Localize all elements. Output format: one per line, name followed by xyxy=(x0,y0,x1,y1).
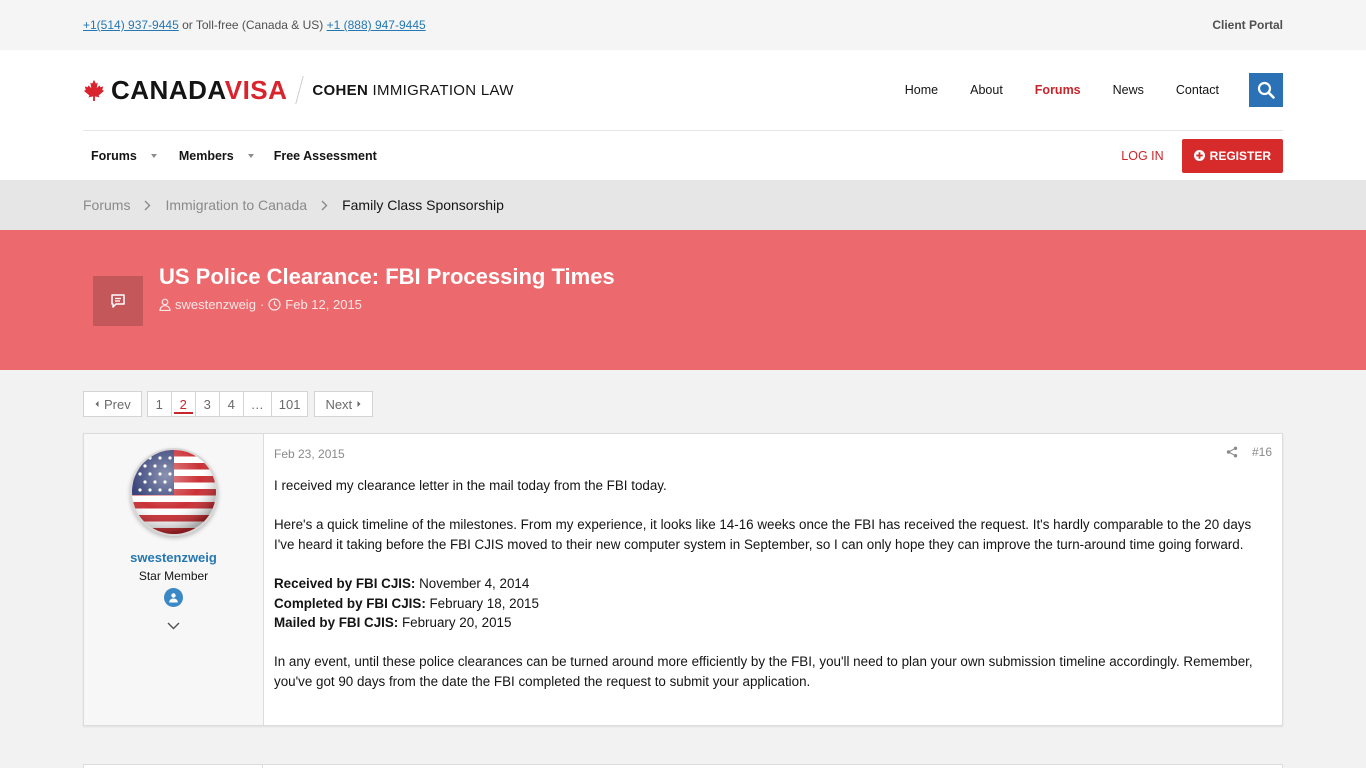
search-button[interactable] xyxy=(1249,73,1283,107)
nav-home[interactable]: Home xyxy=(905,83,938,97)
cohen-rest: IMMIGRATION LAW xyxy=(368,81,514,99)
milestone-list: Received by FBI CJIS: November 4, 2014 C… xyxy=(274,574,1272,633)
post-username-link[interactable]: swestenzweig xyxy=(130,550,217,565)
prev-label: Prev xyxy=(104,396,131,412)
thread-title: US Police Clearance: FBI Processing Time… xyxy=(159,264,615,289)
milestone-value: November 4, 2014 xyxy=(415,575,530,591)
phone-line: +1(514) 937-9445 or Toll-free (Canada & … xyxy=(83,18,426,32)
pagination: Prev 1 2 3 4 … 101 Next xyxy=(83,391,374,417)
chevron-down-icon xyxy=(167,622,180,630)
post-number-link[interactable]: #16 xyxy=(1252,445,1272,459)
login-link[interactable]: LOG IN xyxy=(1121,149,1163,163)
thread-author-link[interactable]: swestenzweig xyxy=(175,297,256,312)
meta-separator: · xyxy=(259,297,265,312)
post-paragraph: I received my clearance letter in the ma… xyxy=(274,478,667,493)
register-button[interactable]: REGISTER xyxy=(1181,138,1283,173)
page-link-current[interactable]: 2 xyxy=(170,391,196,417)
next-page-button[interactable]: Next xyxy=(314,391,374,417)
next-forum-post xyxy=(83,764,1283,768)
nav-about[interactable]: About xyxy=(970,83,1003,97)
page-link[interactable]: 3 xyxy=(194,391,220,417)
chevron-right-icon xyxy=(321,200,328,210)
chevron-down-icon[interactable] xyxy=(150,153,157,158)
sub-nav: Forums Members Free Assessment LOG IN RE… xyxy=(0,130,1366,180)
subnav-forums-label: Forums xyxy=(91,148,137,163)
page-jump-ellipsis[interactable]: … xyxy=(242,391,272,417)
post-date-link[interactable]: Feb 23, 2015 xyxy=(274,447,345,461)
avatar[interactable] xyxy=(129,448,218,536)
thread-type-tile xyxy=(93,276,143,326)
phone-tollfree-link[interactable]: +1 (888) 947-9445 xyxy=(327,18,426,32)
breadcrumb-forums[interactable]: Forums xyxy=(83,197,130,213)
caret-left-icon xyxy=(95,401,99,407)
subnav-free-assessment[interactable]: Free Assessment xyxy=(266,149,385,163)
plus-circle-icon xyxy=(1193,150,1205,161)
breadcrumb-immigration[interactable]: Immigration to Canada xyxy=(165,197,307,213)
user-title: Star Member xyxy=(138,569,209,583)
post-message: I received my clearance letter in the ma… xyxy=(274,476,1272,692)
user-icon xyxy=(159,298,171,311)
expand-user-info-button[interactable] xyxy=(167,617,180,635)
milestone-label: Received by FBI CJIS: xyxy=(274,575,416,591)
us-flag-avatar xyxy=(131,450,216,534)
page-numbers: 1 2 3 4 … 101 xyxy=(146,391,309,417)
post-paragraph: Here's a quick timeline of the milestone… xyxy=(274,517,1252,552)
milestone-label: Mailed by FBI CJIS: xyxy=(274,615,399,631)
search-icon xyxy=(1257,81,1275,99)
post-paragraph: In any event, until these police clearan… xyxy=(274,654,1253,689)
subnav-members-label: Members xyxy=(178,148,234,163)
cohen-wordmark: COHEN IMMIGRATION LAW xyxy=(312,82,513,99)
nav-forums[interactable]: Forums xyxy=(1035,83,1081,97)
site-header: CANADAVISA COHEN IMMIGRATION LAW Home Ab… xyxy=(0,50,1366,130)
thread-header: US Police Clearance: FBI Processing Time… xyxy=(0,230,1366,370)
site-logo[interactable]: CANADAVISA COHEN IMMIGRATION LAW xyxy=(83,75,514,106)
milestone-value: February 20, 2015 xyxy=(398,615,512,631)
register-label: REGISTER xyxy=(1209,148,1271,163)
nav-contact[interactable]: Contact xyxy=(1176,83,1219,97)
canadavisa-wordmark: CANADAVISA xyxy=(111,75,287,106)
share-icon[interactable] xyxy=(1226,446,1238,458)
breadcrumb: Forums Immigration to Canada Family Clas… xyxy=(0,180,1366,230)
phone-separator-text: or Toll-free (Canada & US) xyxy=(178,18,327,32)
post-user-panel: swestenzweig Star Member xyxy=(84,434,264,725)
prev-page-button[interactable]: Prev xyxy=(83,391,142,417)
thread-meta: swestenzweig · Feb 12, 2015 xyxy=(159,297,362,312)
cohen-bold: COHEN xyxy=(312,81,369,99)
thread-date-link[interactable]: Feb 12, 2015 xyxy=(285,297,362,312)
member-badge-icon xyxy=(164,588,183,607)
clock-icon xyxy=(268,298,281,311)
client-portal-link[interactable]: Client Portal xyxy=(1212,18,1283,32)
wordmark-visa: VISA xyxy=(224,74,288,105)
comment-icon xyxy=(111,294,125,308)
breadcrumb-family-class[interactable]: Family Class Sponsorship xyxy=(342,197,504,213)
main-nav: Home About Forums News Contact xyxy=(873,73,1283,107)
milestone-value: February 18, 2015 xyxy=(425,595,539,611)
chevron-down-icon[interactable] xyxy=(247,153,254,158)
subnav-members[interactable]: Members xyxy=(171,149,262,163)
chevron-right-icon xyxy=(144,200,151,210)
milestone-label: Completed by FBI CJIS: xyxy=(274,595,426,611)
maple-leaf-icon xyxy=(83,79,105,101)
wordmark-canada: CANADA xyxy=(111,74,225,105)
post-body: Feb 23, 2015 #16 I received my clearance… xyxy=(264,434,1282,725)
caret-right-icon xyxy=(357,401,361,407)
page-link[interactable]: 1 xyxy=(146,391,172,417)
nav-news[interactable]: News xyxy=(1113,83,1144,97)
forum-post: swestenzweig Star Member Feb 23, 2015 #1… xyxy=(83,433,1283,726)
post-actions: #16 xyxy=(1226,445,1272,459)
page-link[interactable]: 4 xyxy=(218,391,244,417)
top-bar: +1(514) 937-9445 or Toll-free (Canada & … xyxy=(0,0,1366,50)
next-label: Next xyxy=(325,396,353,412)
logo-divider xyxy=(295,76,305,104)
page-link[interactable]: 101 xyxy=(270,391,309,417)
subnav-forums[interactable]: Forums xyxy=(83,149,165,163)
phone-local-link[interactable]: +1(514) 937-9445 xyxy=(83,18,179,32)
